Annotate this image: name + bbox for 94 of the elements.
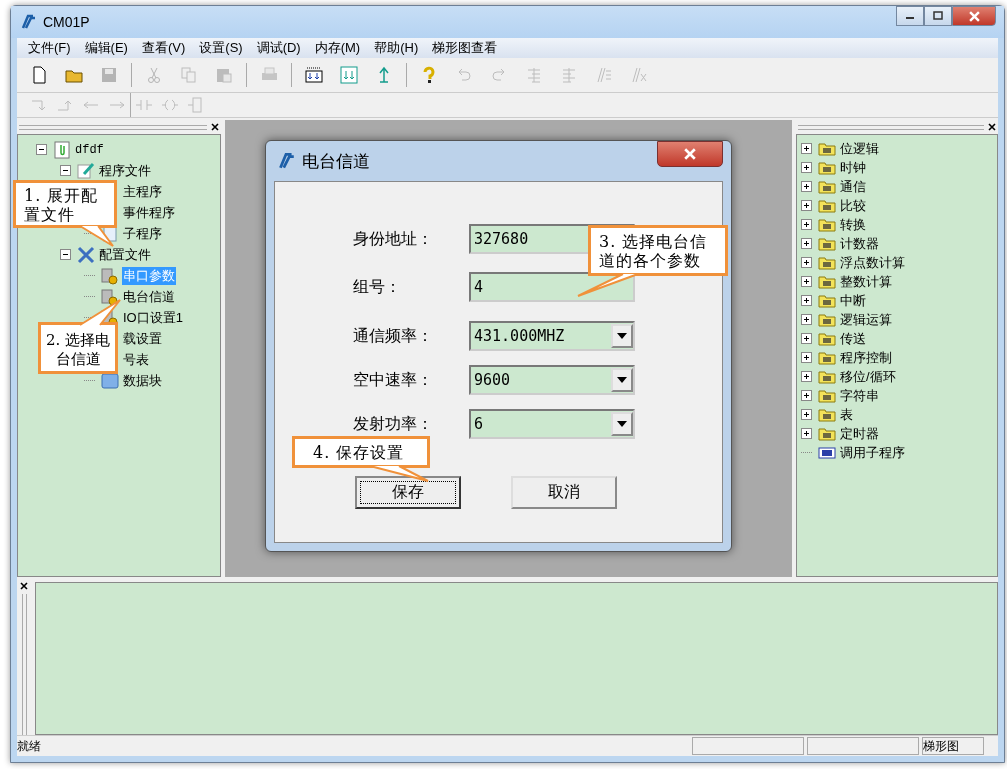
gear-icon <box>101 287 119 306</box>
collapse-icon[interactable] <box>60 249 71 260</box>
expand-icon[interactable] <box>801 162 812 173</box>
caret-icon <box>617 421 627 427</box>
tree-item[interactable]: 字符串 <box>839 386 880 405</box>
expand-icon[interactable] <box>801 257 812 268</box>
close-icon <box>684 148 696 160</box>
dropdown[interactable]: 9600 <box>469 365 635 395</box>
tree-item[interactable]: 时钟 <box>839 158 867 177</box>
expand-icon[interactable] <box>801 428 812 439</box>
status-text: 就绪 <box>17 737 42 755</box>
field-label: 通信频率： <box>353 325 434 346</box>
document-clip-icon <box>53 140 71 159</box>
tree-item[interactable]: 表 <box>839 405 854 424</box>
tree-item[interactable]: 逻辑运算 <box>839 310 893 329</box>
tree-item[interactable]: 转换 <box>839 215 867 234</box>
logo-icon <box>276 151 296 171</box>
dialog-title: 电台信道 <box>302 150 370 173</box>
tree-item[interactable]: 整数计算 <box>839 272 893 291</box>
field-label: 发射功率： <box>353 413 434 434</box>
maximize-icon <box>933 11 943 21</box>
tree-item[interactable]: 子程序 <box>122 224 163 243</box>
tree-item[interactable]: 调用子程序 <box>839 443 906 462</box>
expand-icon[interactable] <box>801 371 812 382</box>
tree-item[interactable]: 配置文件 <box>98 245 152 264</box>
dialog-button[interactable]: 保存 <box>355 476 461 509</box>
dropdown[interactable]: 6 <box>469 409 635 439</box>
tree-item[interactable]: 中断 <box>839 291 867 310</box>
gear-icon <box>101 266 119 285</box>
field-label: 组号： <box>353 276 402 297</box>
tree-item[interactable]: 程序控制 <box>839 348 893 367</box>
menu-item[interactable]: 梯形图查看 <box>425 39 505 57</box>
menu-item[interactable]: 设置(S) <box>192 39 250 57</box>
menu-item[interactable]: 文件(F) <box>21 39 78 57</box>
tools-icon <box>77 245 95 264</box>
close-icon[interactable] <box>211 123 219 131</box>
caret-icon <box>617 333 627 339</box>
collapse-icon[interactable] <box>36 144 47 155</box>
tree-item[interactable]: 位逻辑 <box>839 139 880 158</box>
expand-icon[interactable] <box>801 295 812 306</box>
tree-item[interactable]: 浮点数计算 <box>839 253 906 272</box>
expand-icon[interactable] <box>801 276 812 287</box>
expand-icon[interactable] <box>801 238 812 249</box>
expand-icon[interactable] <box>801 219 812 230</box>
menu-item[interactable]: 编辑(E) <box>77 39 135 57</box>
tree-item[interactable]: 比较 <box>839 196 867 215</box>
tree-item[interactable]: 电台信道 <box>122 287 176 306</box>
expand-icon[interactable] <box>801 390 812 401</box>
field-label: 身份地址： <box>353 228 434 249</box>
tree-item[interactable]: 数据块 <box>122 371 163 390</box>
expand-icon[interactable] <box>801 409 812 420</box>
menu-item[interactable]: 调试(D) <box>249 39 308 57</box>
caret-icon <box>617 377 627 383</box>
close-button[interactable] <box>657 141 723 167</box>
close-icon <box>968 10 980 22</box>
close-icon[interactable] <box>988 123 996 131</box>
pen-icon <box>77 161 95 180</box>
tree-item[interactable]: 事件程序 <box>122 203 176 222</box>
menu-item[interactable]: 查看(V) <box>134 39 193 57</box>
tree-item[interactable]: 通信 <box>839 177 867 196</box>
expand-icon[interactable] <box>801 333 812 344</box>
logo-icon <box>19 13 37 31</box>
expand-icon[interactable] <box>801 352 812 363</box>
tree-item[interactable]: 移位/循环 <box>839 367 897 386</box>
tree-item[interactable]: dfdf <box>74 142 105 157</box>
tree-item[interactable]: IO口设置1 <box>122 308 184 327</box>
callout-pointer-tooltip <box>578 274 638 296</box>
close-button[interactable] <box>952 6 996 26</box>
field-label: 空中速率： <box>353 369 434 390</box>
menu-item[interactable]: 内存(M) <box>307 39 368 57</box>
tree-item[interactable]: 传送 <box>839 329 867 348</box>
expand-icon[interactable] <box>801 200 812 211</box>
expand-icon[interactable] <box>801 314 812 325</box>
callout-pointer-tooltip <box>80 300 120 325</box>
window-title: CM01P <box>43 14 90 30</box>
download-all-icon[interactable] <box>304 65 324 85</box>
dialog-button[interactable]: 取消 <box>511 476 617 509</box>
tree-item[interactable]: 程序文件 <box>98 161 152 180</box>
maximize-button[interactable] <box>924 6 952 26</box>
tree-item[interactable]: 载设置 <box>122 329 163 348</box>
tree-item[interactable]: 定时器 <box>839 424 880 443</box>
expand-icon[interactable] <box>801 181 812 192</box>
callout-pointer-tooltip <box>80 226 113 246</box>
dropdown[interactable]: 431.000MHZ <box>469 321 635 351</box>
tree-item[interactable]: 主程序 <box>122 182 163 201</box>
minimize-button[interactable] <box>896 6 924 26</box>
status-mode: 梯形图 <box>922 737 984 755</box>
expand-icon[interactable] <box>801 143 812 154</box>
tree-item[interactable]: 号表 <box>122 350 150 369</box>
close-icon[interactable] <box>20 582 28 590</box>
collapse-icon[interactable] <box>60 165 71 176</box>
tree-item[interactable]: 计数器 <box>839 234 880 253</box>
input-field[interactable]: 4 <box>469 272 635 302</box>
menu-item[interactable]: 帮助(H) <box>367 39 426 57</box>
